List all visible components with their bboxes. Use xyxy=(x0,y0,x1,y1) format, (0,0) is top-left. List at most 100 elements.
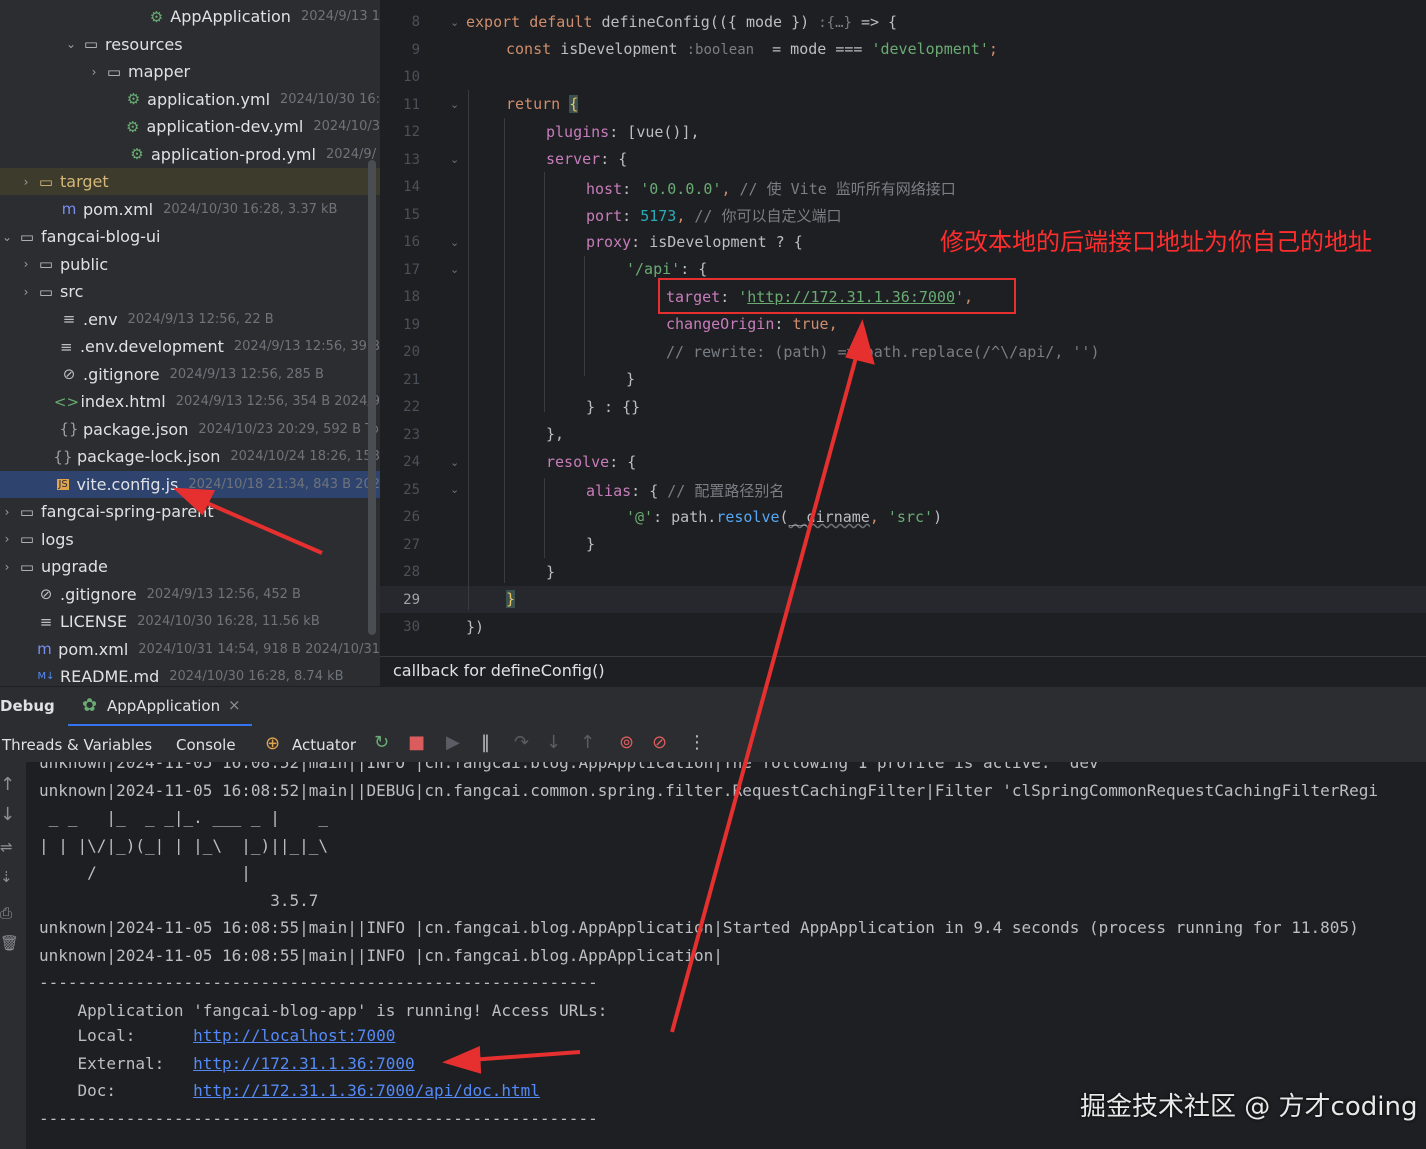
code-line-26: '@': path.resolve(__dirname, 'src') xyxy=(626,508,942,526)
tab-console[interactable]: Console xyxy=(176,736,236,754)
soft-wrap-icon[interactable]: ⇌ xyxy=(0,838,13,856)
down-icon[interactable]: ↓ xyxy=(0,804,15,825)
pause-icon[interactable]: ‖ xyxy=(481,732,490,753)
tree-item-label: index.html xyxy=(80,392,166,411)
chevron-right-icon[interactable]: › xyxy=(0,532,14,546)
tree-item[interactable]: ⌄ ▭ resources xyxy=(0,31,380,58)
tree-item-meta: 2024/9/13 12:56, 22 B xyxy=(127,311,274,327)
code-line-23: }, xyxy=(546,425,564,443)
tree-item[interactable]: › ▭ mapper xyxy=(0,58,380,85)
punct: , xyxy=(869,508,888,526)
html-file-icon: <> xyxy=(53,392,80,411)
tree-item[interactable]: › ▭ upgrade xyxy=(0,553,380,580)
project-scrollbar[interactable] xyxy=(368,160,376,635)
tree-item[interactable]: m pom.xml 2024/10/30 16:28, 3.37 kB xyxy=(0,196,380,223)
tree-item[interactable]: › ▭ logs xyxy=(0,526,380,553)
chevron-right-icon[interactable]: › xyxy=(0,505,14,519)
comment: // 你可以自定义端口 xyxy=(694,207,842,225)
keyword: const xyxy=(506,40,561,58)
fold-icon[interactable]: ⌄ xyxy=(450,98,459,111)
property: host xyxy=(586,180,623,198)
tree-item[interactable]: ⌄ ▭ fangcai-blog-ui xyxy=(0,223,380,250)
external-url-link[interactable]: http://172.31.1.36:7000 xyxy=(193,1054,415,1073)
spring-icon: ⚙ xyxy=(149,7,164,26)
tree-item[interactable]: M↓ README.md 2024/10/30 16:28, 8.74 kB xyxy=(0,663,380,686)
fold-icon[interactable]: ⌄ xyxy=(450,16,459,29)
tree-item[interactable]: › ▭ target xyxy=(0,168,380,195)
close-icon[interactable]: × xyxy=(228,696,241,714)
fold-icon[interactable]: ⌄ xyxy=(450,236,459,249)
tree-item[interactable]: {} package-lock.json 2024/10/24 18:26, 153 xyxy=(0,443,380,470)
fold-icon[interactable]: ⌄ xyxy=(450,263,459,276)
code-text: : xyxy=(774,315,793,333)
step-over-icon[interactable]: ↷ xyxy=(514,732,529,753)
step-into-icon[interactable]: ↓ xyxy=(546,732,561,753)
tree-item-label: application.yml xyxy=(147,89,271,109)
chevron-right-icon[interactable]: › xyxy=(19,285,33,299)
tree-item[interactable]: ⚙ application-prod.yml 2024/9/ xyxy=(0,141,380,168)
property: resolve xyxy=(546,453,610,471)
tree-item[interactable]: {} package.json 2024/10/23 20:29, 592 B To xyxy=(0,416,380,443)
code-line-21: } xyxy=(626,370,635,388)
tree-item-label: package-lock.json xyxy=(76,447,221,466)
code-editor[interactable]: 8 9 10 11 12 13 14 15 16 17 18 19 20 21 22 23 24 25 26 27 28… xyxy=(380,0,1426,686)
code-text: : xyxy=(622,180,641,198)
tree-item[interactable]: › ▭ fangcai-spring-parent xyxy=(0,498,380,525)
up-icon[interactable]: ↑ xyxy=(0,774,15,795)
fold-icon[interactable]: ⌄ xyxy=(450,483,459,496)
fold-icon[interactable]: ⌄ xyxy=(450,456,459,469)
tab-actuator[interactable]: Actuator xyxy=(292,736,356,754)
local-url-link[interactable]: http://localhost:7000 xyxy=(193,1026,395,1045)
line-number: 15 xyxy=(403,206,420,223)
ignore-file-icon: ⊘ xyxy=(62,365,76,383)
tree-item[interactable]: › ▭ src xyxy=(0,278,380,305)
line-number: 8 xyxy=(411,14,420,30)
tree-item[interactable]: ⚙ application.yml 2024/10/30 16: xyxy=(0,86,380,113)
chevron-right-icon[interactable]: › xyxy=(19,257,33,271)
tree-item-label: application-dev.yml xyxy=(146,117,304,136)
view-breakpoints-icon[interactable]: ⊚ xyxy=(619,732,634,753)
fold-icon[interactable]: ⌄ xyxy=(450,153,459,166)
scroll-to-end-icon[interactable]: ⇣ xyxy=(0,868,13,886)
clear-icon[interactable]: 🗑 xyxy=(0,934,19,952)
line-number: 10 xyxy=(403,69,420,85)
tree-item[interactable]: ≡ LICENSE 2024/10/30 16:28, 11.56 kB xyxy=(0,608,380,635)
tree-item[interactable]: ⊘ .gitignore 2024/9/13 12:56, 452 B xyxy=(0,581,380,608)
code-line-11: return { xyxy=(506,95,579,113)
tree-item[interactable]: ⊘ .gitignore 2024/9/13 12:56, 285 B xyxy=(0,361,380,388)
tree-item[interactable]: <> index.html 2024/9/13 12:56, 354 B 2024/… xyxy=(0,388,380,415)
tree-item[interactable]: ⚙ application-dev.yml 2024/10/3 xyxy=(0,113,380,140)
chevron-down-icon[interactable]: ⌄ xyxy=(0,230,14,244)
punct: ; xyxy=(988,40,998,58)
print-icon[interactable]: ⎙ xyxy=(0,904,12,922)
type-hint: :boolean xyxy=(686,42,755,58)
tree-item[interactable]: › ▭ public xyxy=(0,251,380,278)
code-line-8: export default defineConfig(({ mode }) :… xyxy=(466,13,897,31)
tab-threads-variables[interactable]: Threads & Variables xyxy=(2,736,152,754)
chevron-right-icon[interactable]: › xyxy=(87,65,101,79)
chevron-right-icon[interactable]: › xyxy=(19,175,33,189)
tree-item[interactable]: ≡ .env 2024/9/13 12:56, 22 B xyxy=(0,306,380,333)
chevron-right-icon[interactable]: › xyxy=(0,560,14,574)
tree-item[interactable]: m pom.xml 2024/10/31 14:54, 918 B 2024/10/… xyxy=(0,636,380,663)
tree-item[interactable]: ≡ .env.development 2024/9/13 12:56, 39 B xyxy=(0,333,380,360)
tree-item-label: .gitignore xyxy=(83,364,160,384)
tree-item[interactable]: JS vite.config.js 2024/10/18 21:34, 843 B … xyxy=(0,470,380,498)
resume-icon[interactable]: ▶ xyxy=(446,732,460,753)
tree-item[interactable]: ⚙ AppApplication 2024/9/13 1 xyxy=(0,3,380,30)
stop-icon[interactable]: ■ xyxy=(408,732,425,753)
folder-excluded-icon: ▭ xyxy=(38,172,54,191)
tree-item-meta: 2024/9/13 12:56, 354 B 2024/9 xyxy=(175,394,380,409)
step-out-icon[interactable]: ↑ xyxy=(580,732,595,753)
mute-breakpoints-icon[interactable]: ⊘ xyxy=(652,732,667,753)
debug-toolbar: Threads & Variables Console ⊕ Actuator ↻… xyxy=(0,726,1426,763)
inlay-hint[interactable]: :{…} xyxy=(818,15,852,31)
rerun-icon[interactable]: ↻ xyxy=(374,732,389,753)
doc-url-link[interactable]: http://172.31.1.36:7000/api/doc.html xyxy=(193,1081,540,1100)
chevron-down-icon[interactable]: ⌄ xyxy=(64,37,78,51)
more-icon[interactable]: ⋮ xyxy=(688,732,706,753)
run-config-tab[interactable]: AppApplication xyxy=(107,697,220,715)
breadcrumb[interactable]: callback for defineConfig() xyxy=(380,656,1426,686)
spring-icon: ✿ xyxy=(82,695,98,716)
code-text: } xyxy=(626,370,636,388)
